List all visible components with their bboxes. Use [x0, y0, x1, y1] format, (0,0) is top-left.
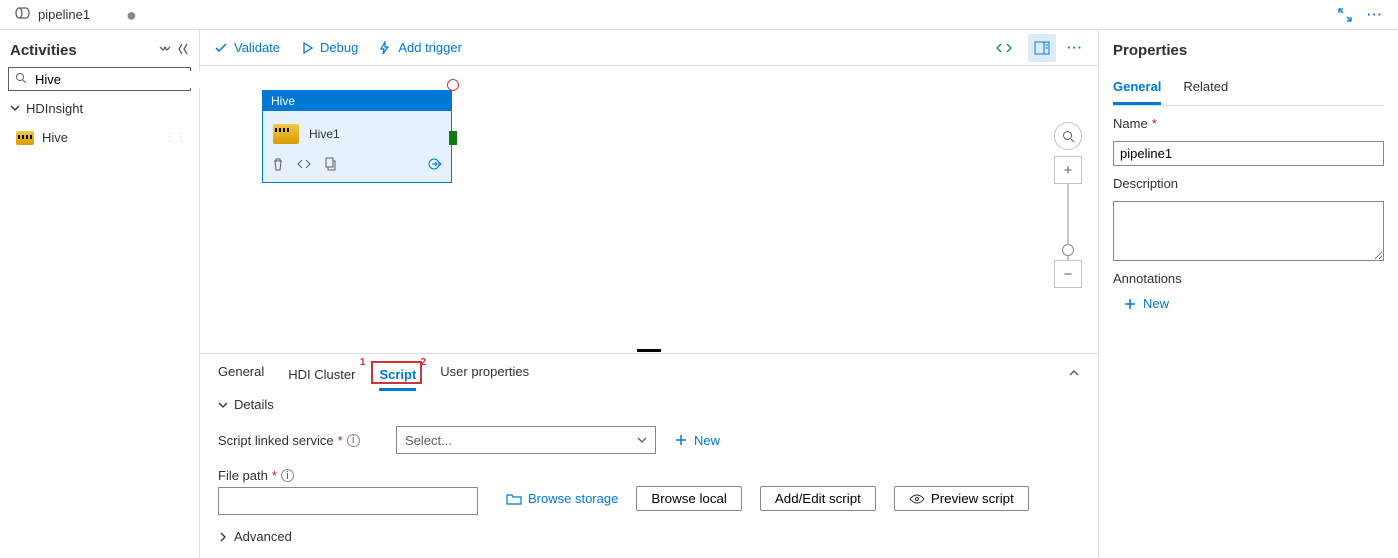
- name-label: Name*: [1113, 116, 1384, 131]
- advanced-section-header[interactable]: Advanced: [218, 529, 1080, 544]
- name-input[interactable]: [1113, 141, 1384, 166]
- tab-highlight: [371, 361, 422, 384]
- add-trigger-button[interactable]: Add trigger: [378, 40, 462, 55]
- code-view-button[interactable]: [990, 34, 1018, 62]
- activities-search-input[interactable]: [33, 71, 213, 88]
- linked-service-label: Script linked service * i: [218, 433, 378, 448]
- pipeline-icon: [14, 6, 32, 23]
- copy-icon[interactable]: [323, 157, 337, 174]
- editor-tab-bar: pipeline1 ● ···: [0, 0, 1398, 30]
- toolbar-more-icon[interactable]: ···: [1066, 39, 1084, 57]
- code-icon[interactable]: [297, 157, 311, 174]
- tab-hdi-cluster[interactable]: HDI Cluster: [288, 367, 355, 388]
- description-input[interactable]: [1113, 201, 1384, 261]
- validate-button[interactable]: Validate: [214, 40, 280, 55]
- info-icon[interactable]: i: [281, 469, 294, 482]
- activity-group-hdinsight[interactable]: HDInsight: [8, 97, 191, 120]
- new-annotation-button[interactable]: New: [1123, 296, 1384, 311]
- group-label: HDInsight: [26, 101, 83, 116]
- browse-local-button[interactable]: Browse local: [636, 486, 742, 511]
- properties-heading: Properties: [1113, 42, 1384, 59]
- file-path-label: File path * i: [218, 468, 378, 483]
- drag-handle-icon[interactable]: ⋮⋮: [165, 132, 187, 143]
- activity-settings-panel: General HDI Cluster 1 Script 2 User prop…: [200, 353, 1098, 558]
- activity-item-label: Hive: [42, 130, 68, 145]
- description-label: Description: [1113, 176, 1384, 191]
- select-placeholder: Select...: [405, 433, 452, 448]
- tab-general[interactable]: General: [218, 364, 264, 385]
- debug-button[interactable]: Debug: [300, 40, 358, 55]
- pipeline-canvas[interactable]: Hive Hive1: [200, 66, 1098, 347]
- details-section-header[interactable]: Details: [218, 397, 1080, 412]
- annotations-label: Annotations: [1113, 271, 1384, 286]
- pipeline-tab[interactable]: pipeline1 ●: [4, 0, 147, 29]
- new-annotation-label: New: [1143, 296, 1169, 311]
- details-label: Details: [234, 397, 274, 412]
- delete-icon[interactable]: [271, 157, 285, 174]
- pipeline-toolbar: Validate Debug Add trigger: [200, 30, 1098, 66]
- add-trigger-label: Add trigger: [398, 40, 462, 55]
- properties-tab-related[interactable]: Related: [1183, 73, 1228, 105]
- advanced-label: Advanced: [234, 529, 292, 544]
- new-label: New: [694, 433, 720, 448]
- collapse-panel-icon[interactable]: [1068, 367, 1080, 382]
- browse-storage-button[interactable]: Browse storage: [506, 491, 618, 506]
- zoom-control: + −: [1054, 122, 1082, 288]
- tab-title: pipeline1: [38, 7, 90, 22]
- badge-2: 2: [421, 357, 427, 368]
- activities-search[interactable]: [8, 67, 191, 91]
- activity-node-hive[interactable]: Hive Hive1: [262, 90, 452, 183]
- collapse-panel-icon[interactable]: [177, 43, 189, 58]
- node-type: Hive: [263, 91, 451, 111]
- output-port[interactable]: [449, 131, 457, 145]
- debug-label: Debug: [320, 40, 358, 55]
- search-icon: [15, 72, 27, 87]
- zoom-slider[interactable]: [1067, 184, 1069, 260]
- more-icon[interactable]: ···: [1366, 6, 1384, 24]
- properties-tab-general[interactable]: General: [1113, 73, 1161, 105]
- activities-heading: Activities: [10, 42, 77, 59]
- validate-label: Validate: [234, 40, 280, 55]
- preview-script-button[interactable]: Preview script: [894, 486, 1029, 511]
- node-status-indicator: [447, 79, 459, 91]
- linked-service-select[interactable]: Select...: [396, 426, 656, 454]
- zoom-thumb[interactable]: [1062, 244, 1074, 256]
- info-icon[interactable]: i: [347, 434, 360, 447]
- expand-all-icon[interactable]: [159, 43, 171, 58]
- tab-user-properties[interactable]: User properties: [440, 364, 529, 385]
- dirty-indicator: ●: [126, 6, 137, 24]
- activities-panel: Activities: [0, 30, 200, 558]
- properties-panel: Properties General Related Name* Descrip…: [1098, 30, 1398, 558]
- properties-toggle-button[interactable]: [1028, 34, 1056, 62]
- add-edit-script-button[interactable]: Add/Edit script: [760, 486, 876, 511]
- badge-1: 1: [360, 357, 366, 368]
- chevron-down-icon: [10, 101, 20, 116]
- zoom-fit-button[interactable]: [1054, 122, 1082, 150]
- hive-icon: [16, 131, 34, 145]
- zoom-in-button[interactable]: +: [1054, 156, 1082, 184]
- node-name: Hive1: [309, 127, 340, 141]
- preview-label: Preview script: [931, 491, 1014, 506]
- activity-item-hive[interactable]: Hive ⋮⋮: [8, 126, 191, 149]
- browse-storage-label: Browse storage: [528, 491, 618, 506]
- zoom-out-button[interactable]: −: [1054, 260, 1082, 288]
- output-icon[interactable]: [427, 157, 443, 174]
- expand-icon[interactable]: [1336, 6, 1354, 24]
- new-linked-service-button[interactable]: New: [674, 433, 720, 448]
- hive-icon: [273, 124, 299, 144]
- file-path-input[interactable]: [218, 487, 478, 515]
